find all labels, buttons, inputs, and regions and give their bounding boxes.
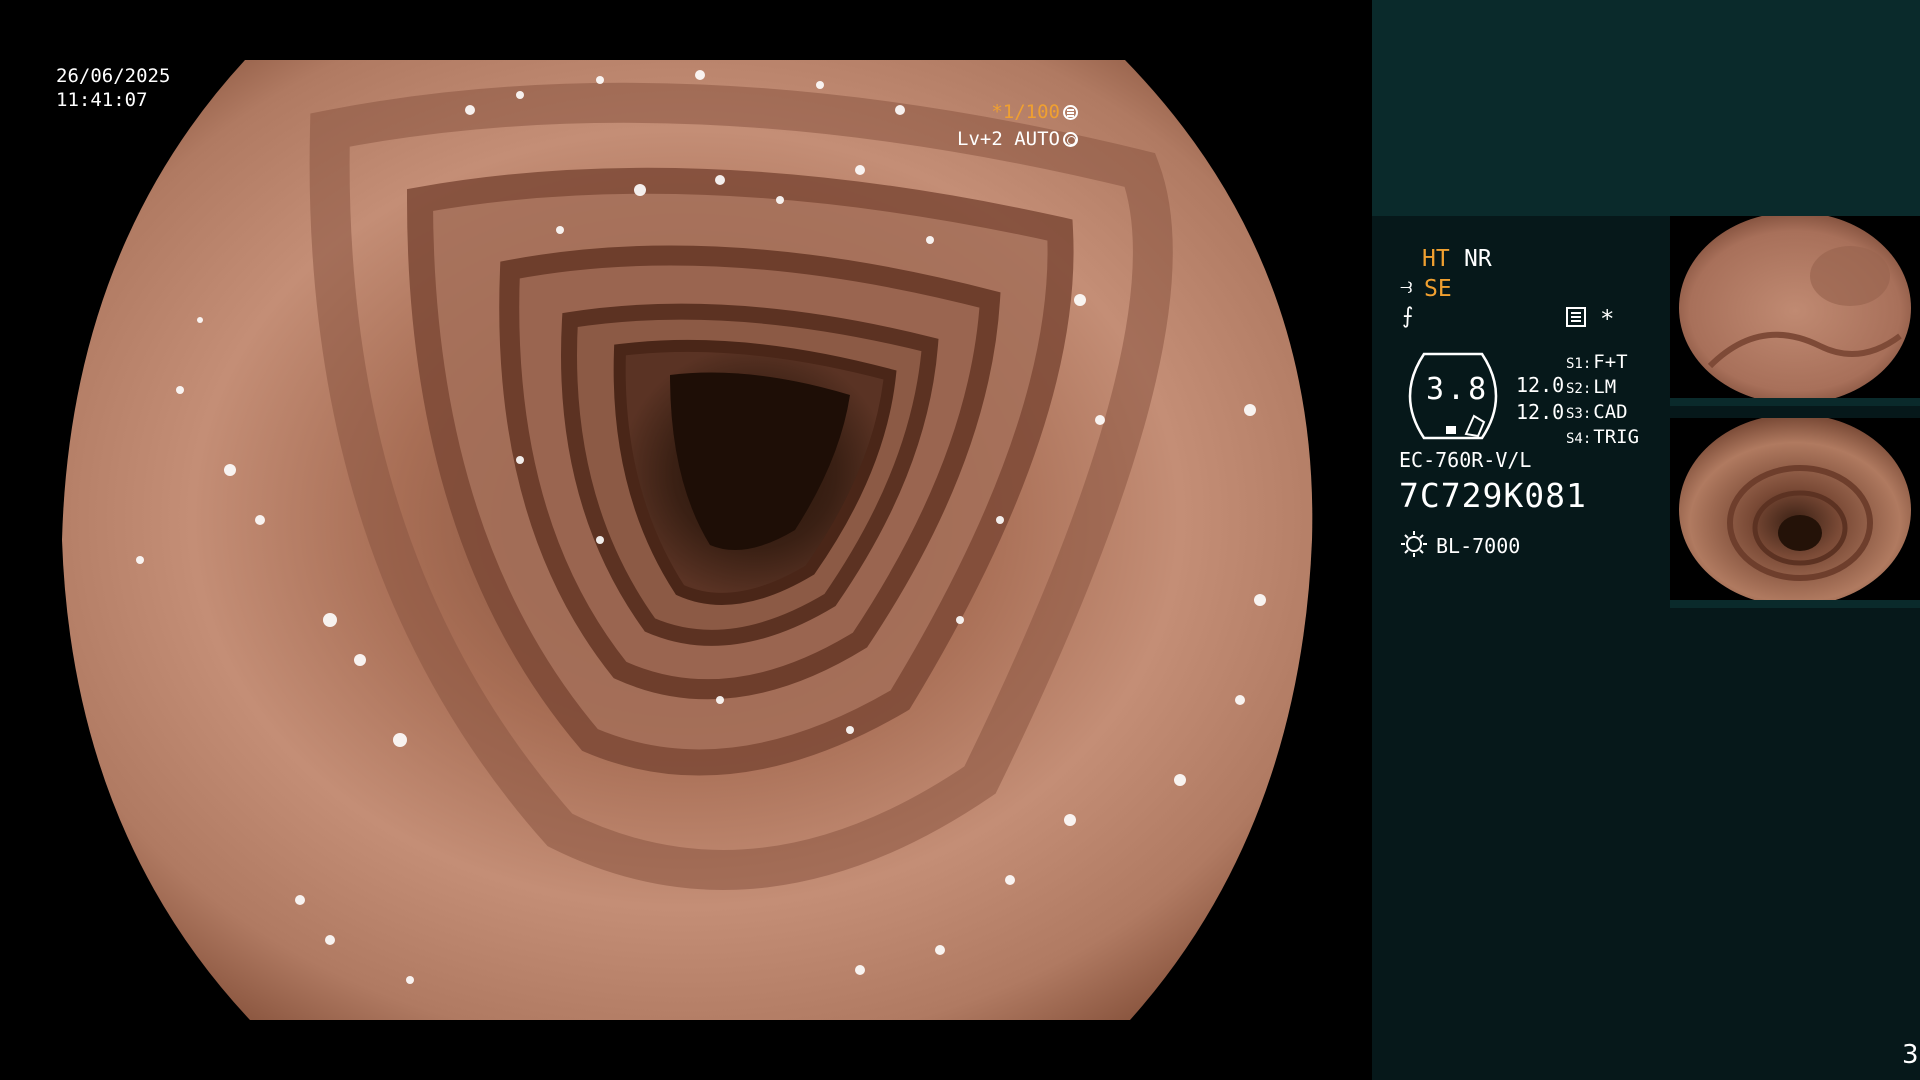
- scope-model: EC-760R-V/L: [1399, 448, 1532, 472]
- shutter-speed: *1/100: [991, 100, 1078, 124]
- thumbnail-image: [1670, 418, 1920, 608]
- shutter-icon: [1063, 105, 1078, 120]
- level-mode-value: Lv+2 AUTO: [957, 128, 1060, 150]
- time-display: 11:41:07: [56, 89, 148, 111]
- switch-label: S3:: [1566, 406, 1592, 422]
- capture-thumbnail-2[interactable]: [1670, 418, 1920, 608]
- menu-icon: [1566, 307, 1586, 327]
- nr-indicator: NR: [1464, 246, 1492, 272]
- light-source-icon: [1401, 531, 1427, 557]
- switch-label: S2:: [1566, 381, 1592, 397]
- scope-serial: 7C729K081: [1399, 476, 1587, 515]
- endoscope-view: 26/06/2025 11:41:07 *1/100 Lv+2 AUTO: [0, 0, 1372, 1080]
- shutter-speed-value: *1/100: [991, 101, 1060, 123]
- panel-header-area: [1372, 0, 1920, 216]
- setting-value-bottom: 12.0: [1516, 400, 1565, 424]
- endoscope-image: [62, 60, 1313, 1020]
- switch-2: S2: LM: [1566, 374, 1616, 402]
- switch-value: LM: [1593, 376, 1617, 398]
- structure-enhancement-icon: ⥽: [1400, 274, 1413, 299]
- thumbnail-bar: [1670, 600, 1920, 608]
- switch-value: TRIG: [1593, 426, 1640, 448]
- brightness-level: Lv+2 AUTO: [957, 127, 1078, 151]
- light-source: BL-7000: [1436, 534, 1521, 558]
- info-panel: HT NR ⥽ SE ⨍ * 3.8 12.0 12.0 S1: F+T S2: L…: [1372, 0, 1920, 1080]
- gauge-value: 3.8: [1426, 372, 1490, 407]
- page-number: 3: [1902, 1040, 1919, 1070]
- star-indicator: *: [1600, 305, 1615, 333]
- thumbnail-image: [1670, 216, 1920, 406]
- color-mode-icon: ⨍: [1402, 304, 1414, 329]
- thumbnail-bar: [1670, 398, 1920, 406]
- capture-thumbnail-1[interactable]: [1670, 216, 1920, 406]
- switch-1: S1: F+T: [1566, 349, 1628, 377]
- ht-indicator: HT: [1422, 246, 1450, 272]
- switch-3: S3: CAD: [1566, 399, 1628, 427]
- switch-4: S4: TRIG: [1566, 424, 1639, 452]
- switch-value: F+T: [1593, 351, 1628, 373]
- se-indicator: SE: [1424, 276, 1452, 302]
- switch-label: S1:: [1566, 356, 1592, 372]
- auto-iris-icon: [1063, 132, 1078, 147]
- date-display: 26/06/2025: [56, 65, 171, 87]
- setting-value-top: 12.0: [1516, 373, 1565, 397]
- switch-value: CAD: [1593, 401, 1628, 423]
- switch-label: S4:: [1566, 431, 1592, 447]
